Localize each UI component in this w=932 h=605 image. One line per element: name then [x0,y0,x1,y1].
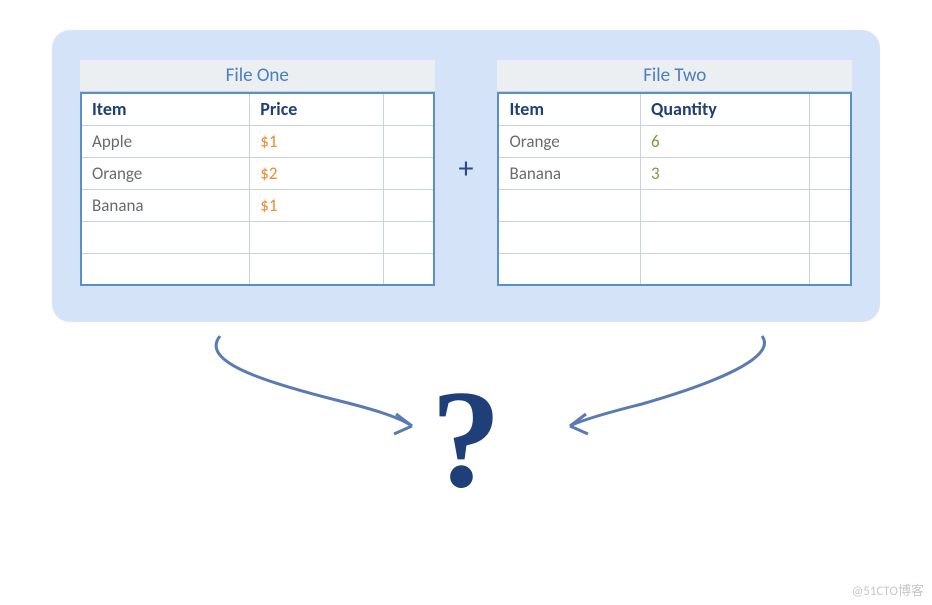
cell-blank [81,221,250,253]
cell-blank [809,125,851,157]
cell-blank [384,253,434,285]
cell-item: Banana [81,189,250,221]
plus-operator: + [453,150,480,187]
table-row [498,253,851,285]
cell-blank [250,221,384,253]
cell-price: $1 [250,125,384,157]
file-one-th-item: Item [81,93,250,125]
table-row [81,221,434,253]
cell-blank [384,157,434,189]
cell-blank [641,253,810,285]
cell-blank [81,253,250,285]
cell-blank [641,189,810,221]
cell-item: Orange [81,157,250,189]
cell-blank [384,221,434,253]
table-row: Orange $2 [81,157,434,189]
file-one-th-blank [384,93,434,125]
cell-item: Banana [498,157,640,189]
arrow-right-icon [552,326,792,446]
file-two-header-row: Item Quantity [498,93,851,125]
cell-quantity: 6 [641,125,810,157]
cell-blank [250,253,384,285]
file-two-title: File Two [497,60,852,92]
cell-blank [498,221,640,253]
table-row: Banana 3 [498,157,851,189]
table-row [81,253,434,285]
cell-item: Orange [498,125,640,157]
table-row [498,221,851,253]
cell-blank [498,253,640,285]
table-row [498,189,851,221]
cell-blank [809,221,851,253]
cell-quantity: 3 [641,157,810,189]
file-two-th-item: Item [498,93,640,125]
cell-item: Apple [81,125,250,157]
cell-blank [809,253,851,285]
file-one-title: File One [80,60,435,92]
watermark-text: @51CTO博客 [852,580,924,599]
cell-price: $1 [250,189,384,221]
cell-blank [809,189,851,221]
result-area: ? [0,332,932,552]
cell-blank [641,221,810,253]
tables-container: File One Item Price Apple $1 Orange $2 B… [52,30,880,322]
file-two-table: File Two Item Quantity Orange 6 Banana 3 [497,60,852,286]
arrow-left-icon [190,326,430,446]
cell-blank [384,125,434,157]
table-row: Apple $1 [81,125,434,157]
table-row: Banana $1 [81,189,434,221]
file-one-table: File One Item Price Apple $1 Orange $2 B… [80,60,435,286]
file-two-th-quantity: Quantity [641,93,810,125]
cell-blank [498,189,640,221]
cell-price: $2 [250,157,384,189]
question-mark-icon: ? [431,370,501,510]
table-row: Orange 6 [498,125,851,157]
cell-blank [384,189,434,221]
file-two-th-blank [809,93,851,125]
cell-blank [809,157,851,189]
file-one-th-price: Price [250,93,384,125]
file-one-header-row: Item Price [81,93,434,125]
